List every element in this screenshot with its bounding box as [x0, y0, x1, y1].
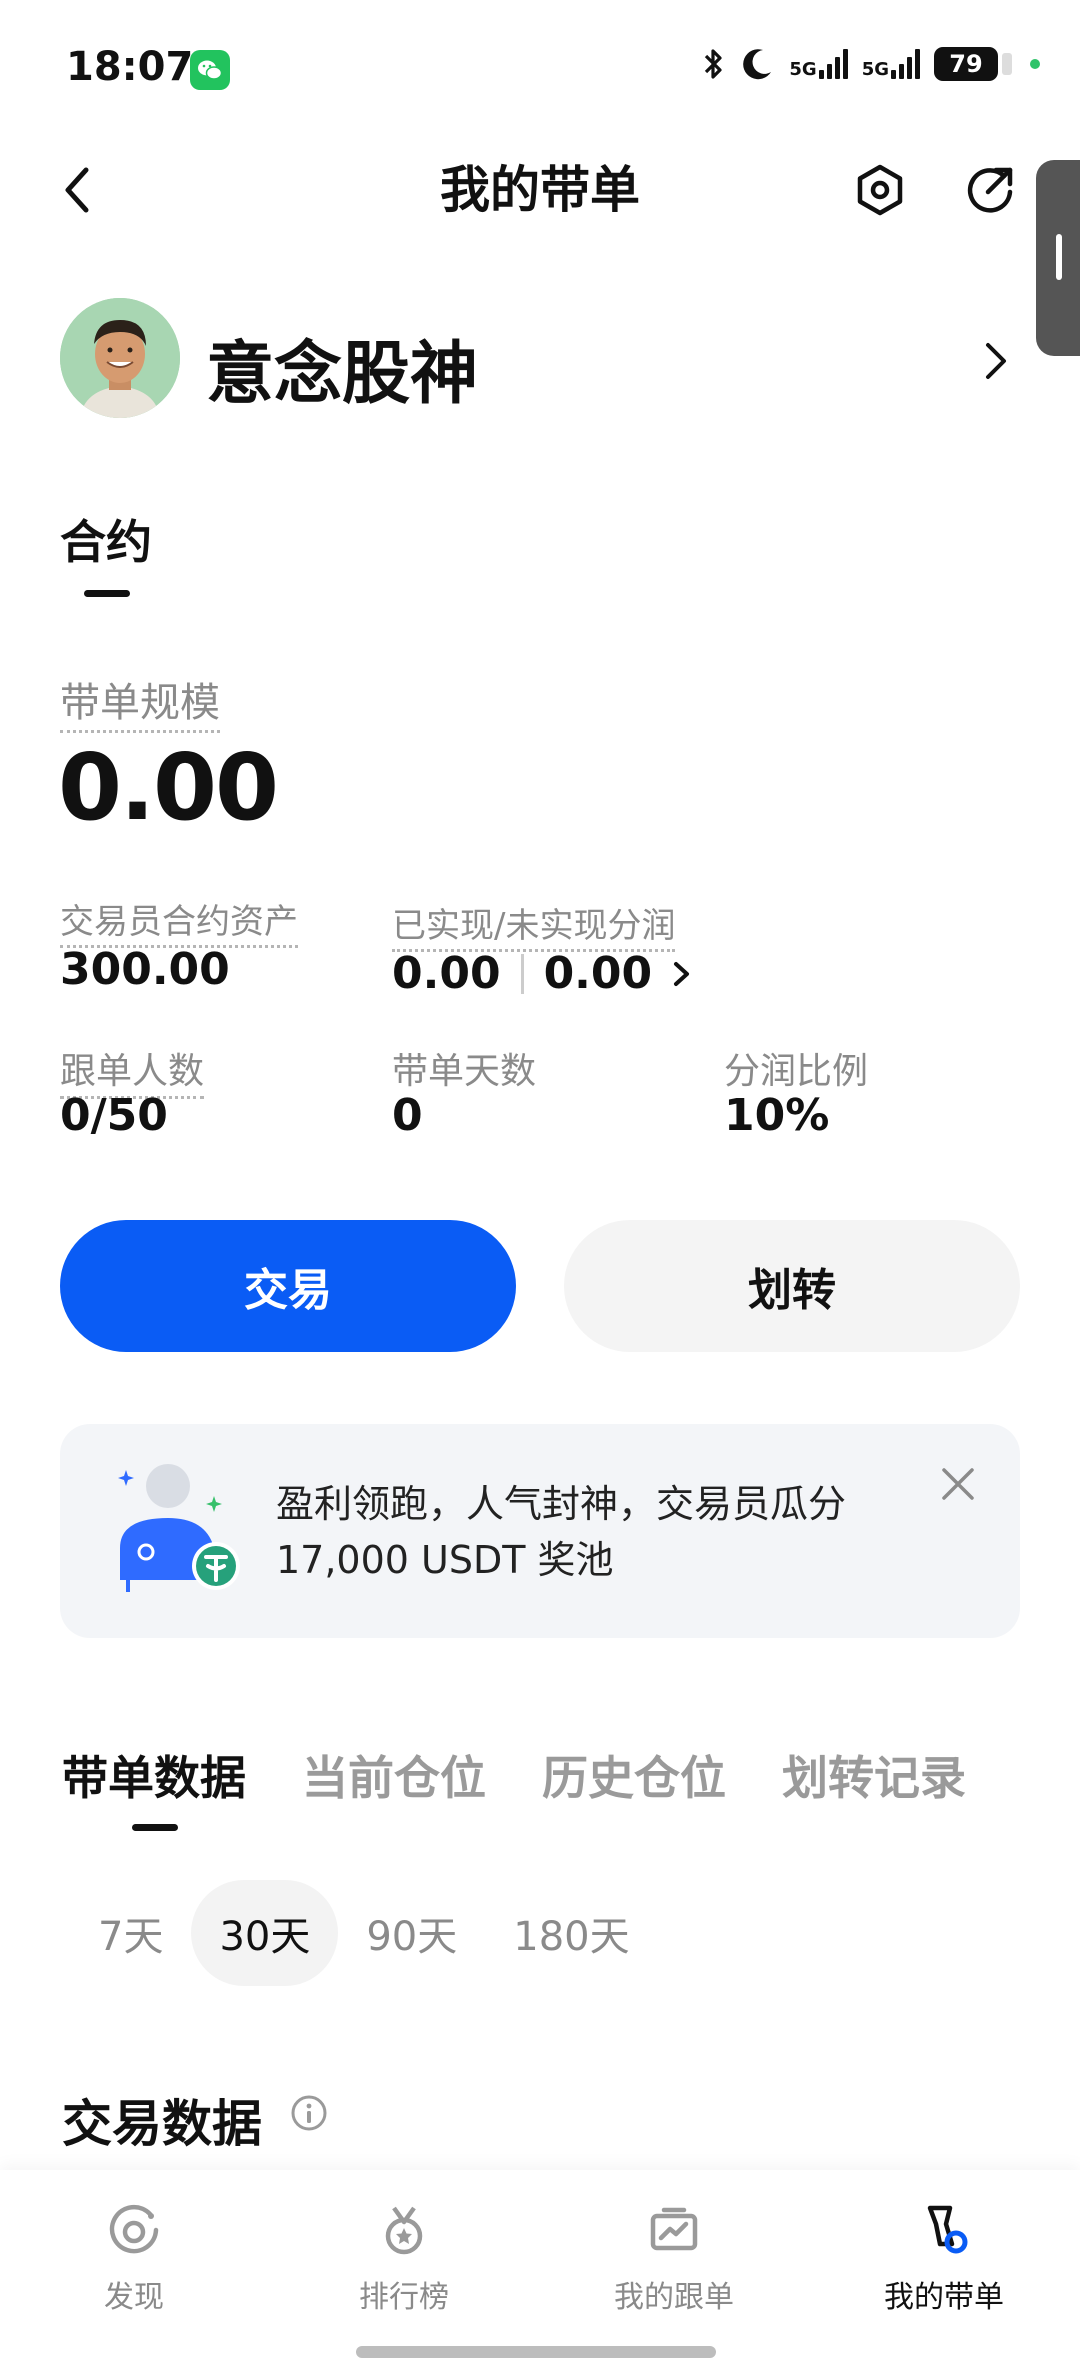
moon-icon [743, 49, 772, 80]
share-icon [967, 167, 1013, 213]
profit-ratio-label: 分润比例 [724, 1051, 869, 1092]
nav-label: 我的带单 [884, 2280, 1004, 2315]
lead-days-label: 带单天数 [392, 1051, 537, 1092]
network-label-2: 5G [861, 59, 889, 80]
profit-share-values[interactable]: 0.00 0.00 [392, 948, 694, 999]
info-icon [291, 2095, 327, 2131]
period-7d[interactable]: 7天 [70, 1880, 191, 1986]
nav-my-copy-trades[interactable]: 我的跟单 [574, 2202, 774, 2316]
tab-current-positions[interactable]: 当前仓位 [302, 1742, 486, 1808]
nav-label: 排行榜 [359, 2280, 449, 2315]
unrealized-profit-value: 0.00 [543, 948, 653, 999]
period-180d[interactable]: 180天 [485, 1880, 657, 1986]
discover-icon [109, 2204, 159, 2254]
asset-label[interactable]: 交易员合约资产 [60, 894, 298, 948]
tab-contract[interactable]: 合约 [60, 506, 152, 572]
battery-icon: 79 [934, 47, 1012, 81]
data-tab-underline [132, 1824, 178, 1831]
privacy-indicator-dot [1030, 59, 1040, 69]
share-button[interactable] [960, 160, 1020, 220]
tab-history-positions[interactable]: 历史仓位 [542, 1742, 726, 1808]
scale-value: 0.00 [58, 734, 279, 841]
period-selector: 7天 30天 90天 180天 [70, 1880, 658, 1986]
profit-ratio-value: 10% [724, 1090, 830, 1141]
settings-button[interactable] [850, 160, 910, 220]
lead-days-value: 0 [392, 1090, 423, 1141]
close-button[interactable] [940, 1466, 976, 1502]
tab-underline [84, 590, 130, 597]
signal-icon: 5G [789, 49, 848, 80]
nav-label: 发现 [104, 2280, 164, 2315]
followers-value: 0/50 [60, 1090, 168, 1141]
nav-discover[interactable]: 发现 [34, 2202, 234, 2316]
promo-line-2: 17,000 USDT 奖池 [276, 1538, 614, 1582]
nav-my-lead-trades[interactable]: 我的带单 [844, 2202, 1044, 2316]
promo-line-1: 盈利领跑，人气封神，交易员瓜分 [276, 1482, 847, 1526]
trade-data-title: 交易数据 [62, 2095, 262, 2153]
wechat-icon [190, 50, 230, 90]
page-title: 我的带单 [440, 161, 640, 219]
hexagon-settings-icon [857, 164, 903, 216]
divider [520, 953, 524, 994]
medal-icon [385, 2206, 423, 2255]
network-label-1: 5G [789, 59, 817, 80]
profit-share-label[interactable]: 已实现/未实现分润 [392, 898, 676, 952]
chart-card-icon [650, 2207, 698, 2251]
avatar-person-icon [60, 298, 180, 418]
home-indicator [356, 2346, 716, 2358]
data-tabs: 带单数据 当前仓位 历史仓位 划转记录 [62, 1742, 966, 1808]
transfer-button[interactable]: 划转 [564, 1220, 1020, 1352]
chevron-right-icon [674, 961, 690, 986]
promo-text: 盈利领跑，人气封神，交易员瓜分 17,000 USDT 奖池 [276, 1476, 926, 1588]
tab-lead-data[interactable]: 带单数据 [62, 1742, 246, 1808]
nav-label: 我的跟单 [614, 2280, 734, 2315]
period-30d[interactable]: 30天 [191, 1880, 339, 1986]
close-icon [942, 1468, 974, 1500]
period-90d[interactable]: 90天 [338, 1880, 485, 1986]
flag-badge-icon [927, 2205, 968, 2254]
avatar[interactable] [60, 298, 180, 418]
profile-link[interactable] [978, 336, 1014, 386]
info-button[interactable] [290, 2094, 328, 2132]
trader-reward-illustration [112, 1462, 248, 1602]
status-icons: 5G 5G 79 [703, 46, 1040, 82]
nav-leaderboard[interactable]: 排行榜 [304, 2202, 504, 2316]
scale-label[interactable]: 带单规模 [60, 670, 220, 733]
asset-value: 300.00 [60, 944, 230, 995]
trader-name[interactable]: 意念股神 [206, 318, 478, 417]
realized-profit-value: 0.00 [392, 948, 501, 999]
floating-side-handle[interactable] [1036, 160, 1080, 356]
status-time: 18:07 [66, 44, 194, 90]
signal-icon-2: 5G [862, 49, 920, 79]
bluetooth-icon [705, 49, 722, 79]
tab-transfer-records[interactable]: 划转记录 [782, 1742, 966, 1808]
trade-button[interactable]: 交易 [60, 1220, 516, 1352]
chevron-right-icon [986, 343, 1006, 379]
